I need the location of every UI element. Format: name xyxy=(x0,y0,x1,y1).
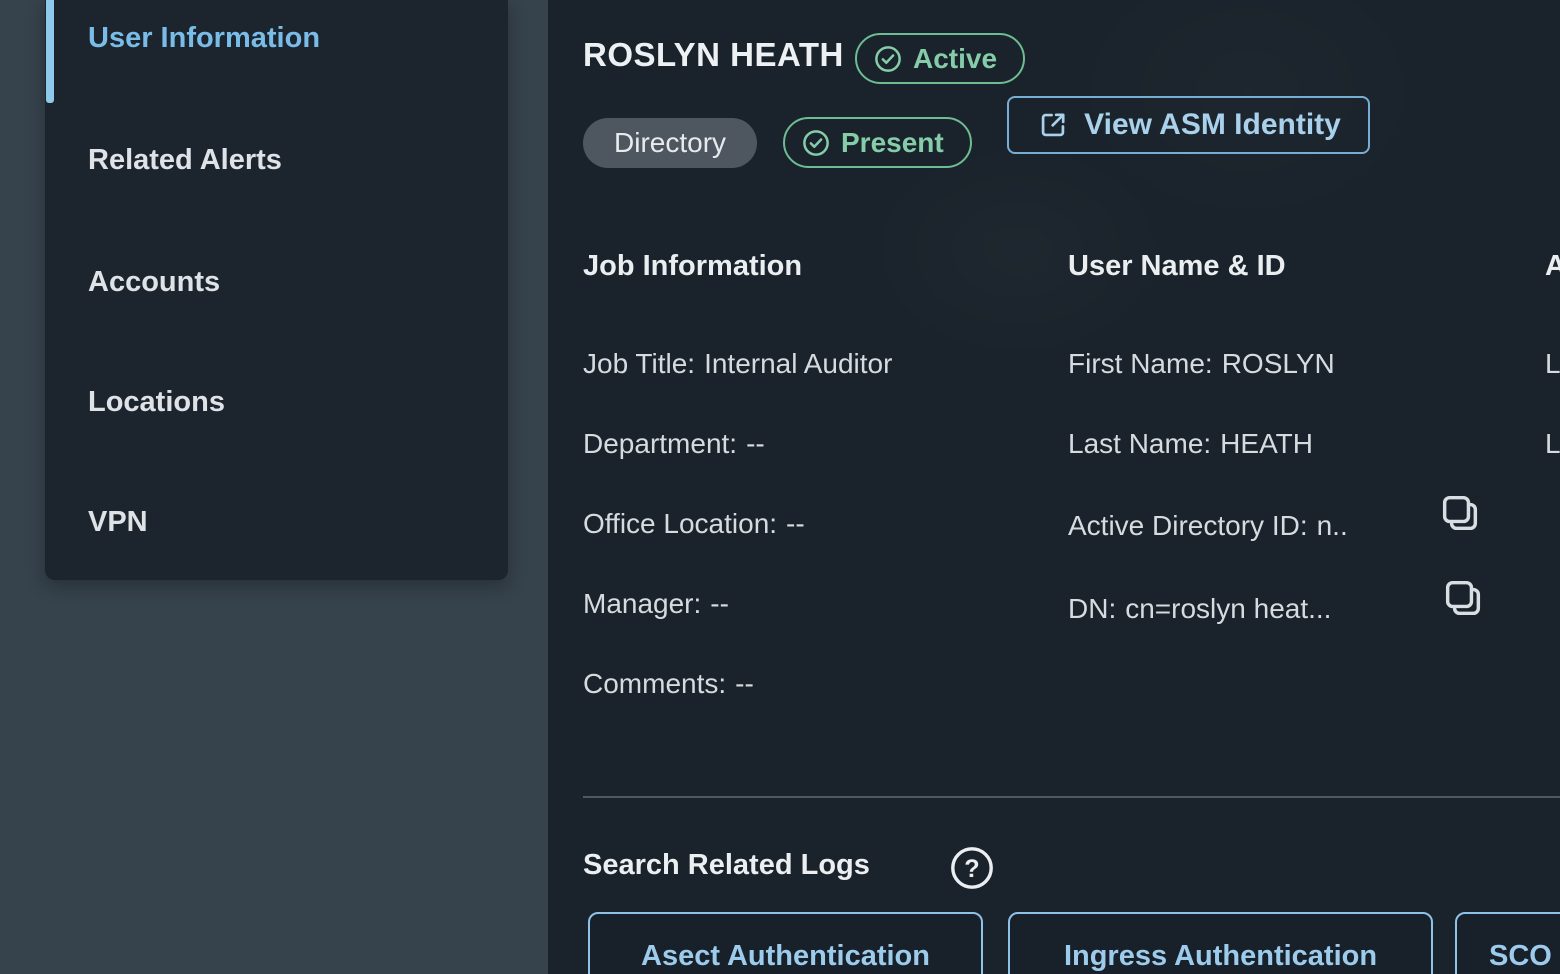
department-row: Department:-- xyxy=(583,428,765,460)
sidebar-item-vpn[interactable]: VPN xyxy=(88,506,148,539)
check-circle-icon xyxy=(873,44,903,74)
screen: User Information Related Alerts Accounts… xyxy=(0,0,1560,974)
cutoff-column-heading: A xyxy=(1545,250,1560,283)
first-name-row: First Name:ROSLYN xyxy=(1068,348,1335,380)
ingress-authentication-button[interactable]: Ingress Authentication xyxy=(1008,912,1433,974)
last-name-row: Last Name:HEATH xyxy=(1068,428,1313,460)
status-badge-active: Active xyxy=(855,33,1025,84)
source-pill-directory: Directory xyxy=(583,118,757,168)
help-icon[interactable]: ? xyxy=(948,844,996,892)
cutoff-column-section: A L L xyxy=(1545,250,1560,720)
sidebar-item-locations[interactable]: Locations xyxy=(88,386,225,419)
status-badge-label: Active xyxy=(913,43,997,75)
copy-icon-active-directory-id[interactable] xyxy=(1437,490,1483,536)
presence-badge-present: Present xyxy=(783,117,972,168)
comments-row: Comments:-- xyxy=(583,668,754,700)
sidebar-item-accounts[interactable]: Accounts xyxy=(88,266,220,299)
user-detail-panel: ROSLYN HEATH Active Directory Present xyxy=(548,0,1560,974)
external-link-icon xyxy=(1036,108,1070,142)
job-information-heading: Job Information xyxy=(583,250,802,283)
section-divider xyxy=(583,796,1560,798)
view-asm-identity-button[interactable]: View ASM Identity xyxy=(1007,96,1370,154)
copy-icon-dn[interactable] xyxy=(1440,575,1486,621)
cutoff-row: L xyxy=(1545,348,1560,380)
dn-row: DN:cn=roslyn heat... xyxy=(1068,593,1331,625)
svg-text:?: ? xyxy=(964,855,979,883)
active-directory-id-row: Active Directory ID:n.. xyxy=(1068,510,1348,542)
source-pill-label: Directory xyxy=(614,127,726,159)
office-location-row: Office Location:-- xyxy=(583,508,805,540)
sco-log-button[interactable]: SCO xyxy=(1455,912,1560,974)
search-related-logs-heading: Search Related Logs xyxy=(583,849,870,882)
asect-authentication-button[interactable]: Asect Authentication xyxy=(588,912,983,974)
check-circle-icon xyxy=(801,128,831,158)
active-item-indicator xyxy=(46,0,54,103)
job-title-row: Job Title:Internal Auditor xyxy=(583,348,892,380)
manager-row: Manager:-- xyxy=(583,588,729,620)
user-name-id-section: User Name & ID First Name:ROSLYN Last Na… xyxy=(1068,250,1560,720)
presence-badge-label: Present xyxy=(841,127,944,159)
job-information-section: Job Information Job Title:Internal Audit… xyxy=(583,250,1053,720)
page-title: ROSLYN HEATH xyxy=(583,36,844,74)
sidebar-item-user-information[interactable]: User Information xyxy=(88,22,320,55)
user-name-id-heading: User Name & ID xyxy=(1068,250,1286,283)
sidebar-item-related-alerts[interactable]: Related Alerts xyxy=(88,144,282,177)
cutoff-row: L xyxy=(1545,428,1560,460)
view-asm-identity-label: View ASM Identity xyxy=(1084,108,1341,142)
detail-nav-card: User Information Related Alerts Accounts… xyxy=(45,0,508,580)
